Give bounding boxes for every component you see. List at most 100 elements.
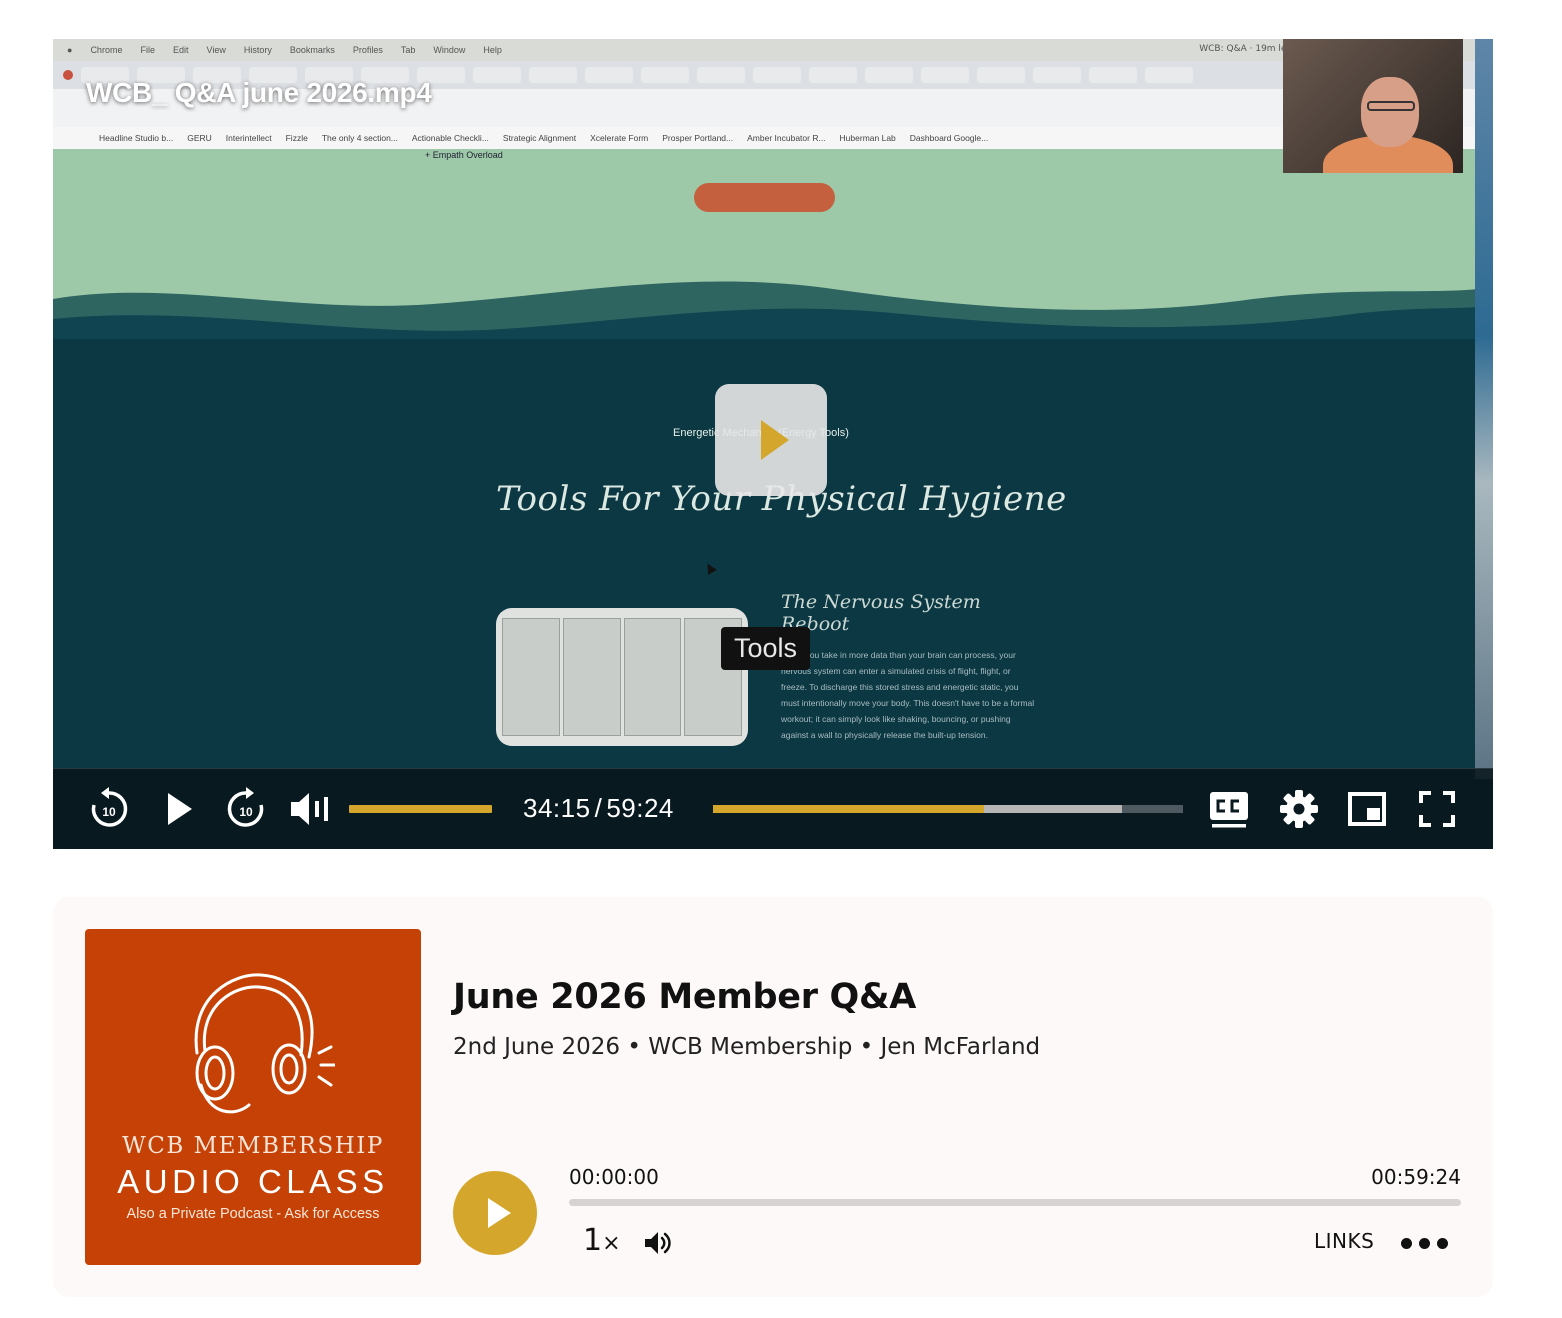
menubar-status: WCB: Q&A · 19m left [1199,44,1293,54]
menubar-item: Profiles [352,45,383,55]
play-icon [761,420,789,460]
video-player[interactable]: ● Chrome File Edit View History Bookmark… [53,39,1493,849]
bookmark-item: Headline Studio b... [99,133,174,143]
nervous-system-body: When you take in more data than your bra… [781,650,1035,740]
more-options-button[interactable] [1399,1235,1449,1251]
illustration-panel [623,618,682,736]
bookmark-item: Interintellect [225,133,272,143]
menubar-item: File [140,45,155,55]
menubar-item: View [206,45,226,55]
forward-10-button[interactable]: 10 [224,787,268,831]
menubar-item: Window [433,45,466,55]
browser-tab [529,67,577,83]
bookmark-item: GERU [187,133,212,143]
fullscreen-icon [1419,791,1455,827]
bookmark-item: Huberman Lab [839,133,896,143]
volume-slider[interactable] [349,805,492,813]
bookmark-item: Fizzle [285,133,308,143]
rewind-10-button[interactable]: 10 [87,787,131,831]
bookmark-item: The only 4 section... [321,133,398,143]
total-time: 59:24 [606,793,674,823]
tooltip: Tools [721,627,811,670]
browser-tab [921,67,969,83]
play-icon [488,1198,511,1228]
seek-played [713,805,984,813]
browser-tab [585,67,633,83]
audio-player-card: WCB MEMBERSHIP AUDIO CLASS Also a Privat… [53,897,1493,1297]
audio-volume-button[interactable] [643,1228,673,1261]
browser-tab [753,67,801,83]
bookmark-item: Dashboard Google... [909,133,989,143]
replay-10-icon: 10 [91,787,128,827]
empath-link: + Empath Overload [425,150,503,160]
menubar-item: Help [483,45,502,55]
time-readout: 34:15/59:24 [523,793,674,824]
audio-total-time: 00:59:24 [1371,1165,1461,1189]
menubar-item: Edit [172,45,189,55]
browser-tab [1089,67,1137,83]
browser-tab [641,67,689,83]
forward-10-icon: 10 [227,787,264,827]
play-button[interactable] [160,787,200,831]
browser-tab [1145,67,1193,83]
svg-text:10: 10 [239,805,253,819]
speed-suffix: × [602,1231,621,1256]
browser-tab [1033,67,1081,83]
audio-play-button[interactable] [453,1171,537,1255]
play-icon [168,793,192,825]
video-control-bar: 10 10 34:15/59:24 [53,768,1493,849]
closed-captions-icon [1210,792,1248,828]
presenter-glasses [1367,101,1415,111]
presenter-head [1361,77,1419,147]
presenter-webcam [1283,39,1463,173]
volume-icon [291,793,328,825]
picture-in-picture-icon [1348,792,1386,826]
headphones-icon [194,973,335,1114]
menubar-item: Chrome [90,45,123,55]
bookmark-item: Actionable Checkli... [411,133,489,143]
bookmark-item: Prosper Portland... [662,133,734,143]
speaker-icon [645,1232,671,1254]
fullscreen-button[interactable] [1415,787,1459,831]
desktop-edge [1475,39,1493,779]
bookmark-item: Amber Incubator R... [747,133,826,143]
links-button[interactable]: LINKS [1314,1229,1374,1253]
nervous-system-title: The Nervous System Reboot [781,591,981,635]
cover-title-line: AUDIO CLASS [117,1163,389,1200]
mute-button[interactable] [289,787,333,831]
menubar-item: Bookmarks [289,45,335,55]
seek-bar[interactable] [713,805,1183,813]
illustration-panel [502,618,560,736]
browser-tab [697,67,745,83]
podcast-cover-art: WCB MEMBERSHIP AUDIO CLASS Also a Privat… [85,929,421,1265]
settings-button[interactable] [1277,787,1321,831]
window-dot [63,70,73,80]
picture-in-picture-button[interactable] [1345,787,1389,831]
browser-bookmarks-bar: Headline Studio b... GERU Interintellect… [53,127,1478,149]
illustration-panel [562,618,621,736]
apple-icon: ● [67,45,73,55]
big-play-button[interactable] [715,384,827,496]
svg-text:10: 10 [102,805,116,819]
speed-value: 1 [583,1223,603,1258]
shared-page-button [694,183,835,212]
captions-button[interactable] [1207,787,1251,831]
episode-title: June 2026 Member Q&A [453,977,917,1017]
menubar-item: Tab [400,45,416,55]
current-time: 34:15 [523,793,591,823]
wave-divider [53,281,1478,379]
browser-tab [865,67,913,83]
settings-gear-icon [1280,790,1318,828]
audio-current-time: 00:00:00 [569,1165,659,1189]
video-title: WCB_ Q&A june 2026.mp4 [86,77,432,108]
playback-speed-button[interactable]: 1× [583,1224,621,1261]
bookmark-item: Strategic Alignment [502,133,577,143]
time-separator: / [594,793,603,823]
menubar-item: History [243,45,272,55]
mouse-cursor-icon [703,561,717,575]
cover-tagline: Also a Private Podcast - Ask for Access [126,1206,380,1222]
bookmark-item: Xcelerate Form [590,133,649,143]
browser-tab [473,67,521,83]
audio-progress-bar[interactable] [569,1199,1461,1206]
nervous-system-illustration [496,608,748,746]
